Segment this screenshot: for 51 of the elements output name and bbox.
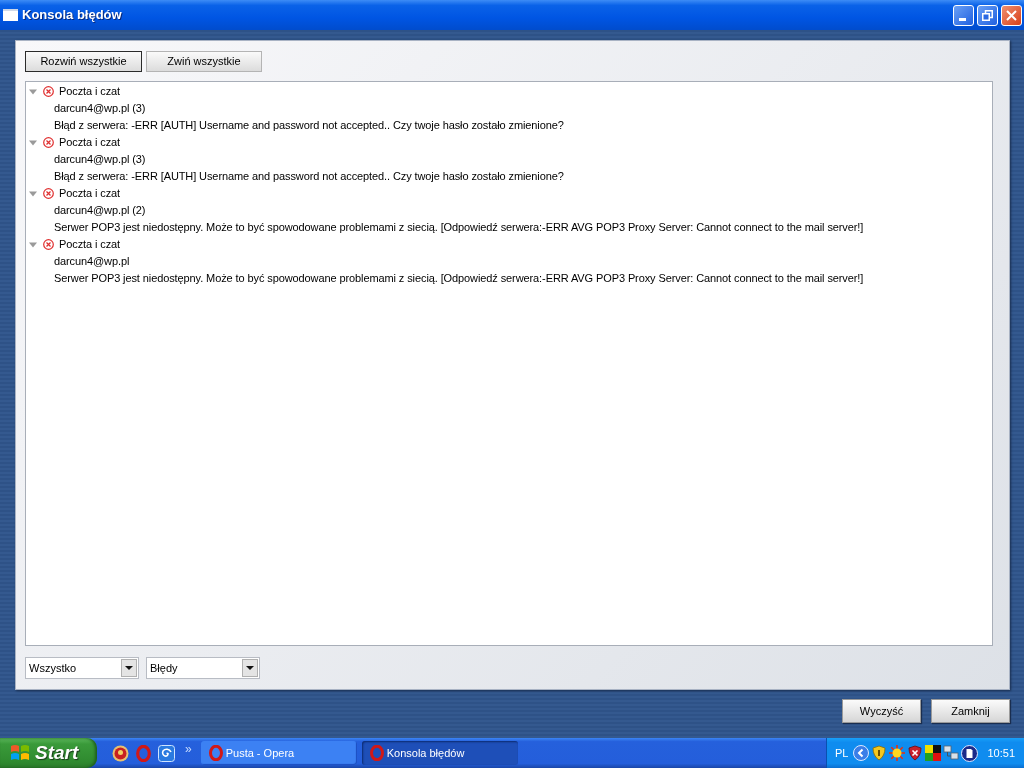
restore-button[interactable] (977, 4, 998, 26)
action-button[interactable]: Zwiń wszystkie (146, 51, 262, 72)
color-squares-icon[interactable] (925, 745, 942, 761)
close-icon (1006, 9, 1017, 21)
entry-category[interactable]: Poczta i czat (59, 236, 121, 253)
caret-icon[interactable] (29, 139, 37, 146)
entry-account: darcun4@wp.pl (3) (54, 101, 146, 116)
spiral-icon[interactable] (158, 744, 175, 762)
caret-icon[interactable] (29, 190, 37, 197)
close-button[interactable] (1001, 4, 1022, 26)
minimize-button[interactable] (953, 4, 974, 26)
action-button[interactable]: Rozwiń wszystkie (25, 51, 142, 72)
ring-icon (369, 745, 384, 761)
taskbar-button[interactable]: Pusta - Opera (200, 741, 357, 765)
entry-message: Błąd z serwera: -ERR [AUTH] Username and password not accepted.. Czy twoje hasło zostało zmienione? (54, 169, 564, 184)
shield-icon[interactable] (871, 745, 888, 761)
emblem-icon[interactable] (112, 744, 129, 762)
restore-icon (982, 9, 993, 21)
entry-category[interactable]: Poczta i czat (59, 185, 121, 202)
entry-message: Serwer POP3 jest niedostępny. Może to być spowodowane problemami z siecią. [Odpowiedź serwera:-ERR AVG POP3 Proxy Server: Cannot connect to the mail server!] (54, 220, 864, 235)
error-icon (43, 188, 54, 199)
caret-icon[interactable] (29, 88, 37, 95)
shield-x-icon[interactable] (907, 745, 924, 761)
taskbar-button[interactable]: Konsola błędów (361, 741, 518, 765)
entry-account: darcun4@wp.pl (3) (54, 152, 146, 167)
window-icon (3, 9, 18, 21)
ring-icon (208, 745, 223, 761)
entry-message: Błąd z serwera: -ERR [AUTH] Username and password not accepted.. Czy twoje hasło zostało zmienione? (54, 118, 564, 133)
entry-category[interactable]: Poczta i czat (59, 83, 121, 100)
chevron-left-icon[interactable] (853, 745, 870, 761)
windows-flag-icon (10, 744, 30, 762)
error-icon (43, 239, 54, 250)
more-chevron[interactable]: » (185, 743, 192, 755)
entry-account: darcun4@wp.pl (54, 254, 130, 269)
clock: 10:51 (987, 745, 1015, 761)
minimize-icon (959, 17, 966, 21)
window-title: Konsola błędów (22, 6, 122, 25)
dialog-button[interactable]: Wyczyść (842, 699, 921, 723)
error-icon (43, 86, 54, 97)
error-icon (43, 137, 54, 148)
entry-account: darcun4@wp.pl (2) (54, 203, 146, 218)
filter-dropdown[interactable]: Wszystko (25, 657, 139, 679)
filter-dropdown[interactable]: Błędy (146, 657, 260, 679)
entry-message: Serwer POP3 jest niedostępny. Może to być spowodowane problemami z siecią. [Odpowiedź serwera:-ERR AVG POP3 Proxy Server: Cannot connect to the mail server!] (54, 271, 864, 286)
network-icon[interactable] (943, 745, 960, 761)
entry-category[interactable]: Poczta i czat (59, 134, 121, 151)
caret-icon[interactable] (29, 241, 37, 248)
document-circle-icon[interactable] (961, 744, 979, 762)
dialog-button[interactable]: Zamknij (931, 699, 1010, 723)
sun-icon[interactable] (889, 745, 906, 761)
start-button[interactable]: Start (0, 738, 97, 768)
